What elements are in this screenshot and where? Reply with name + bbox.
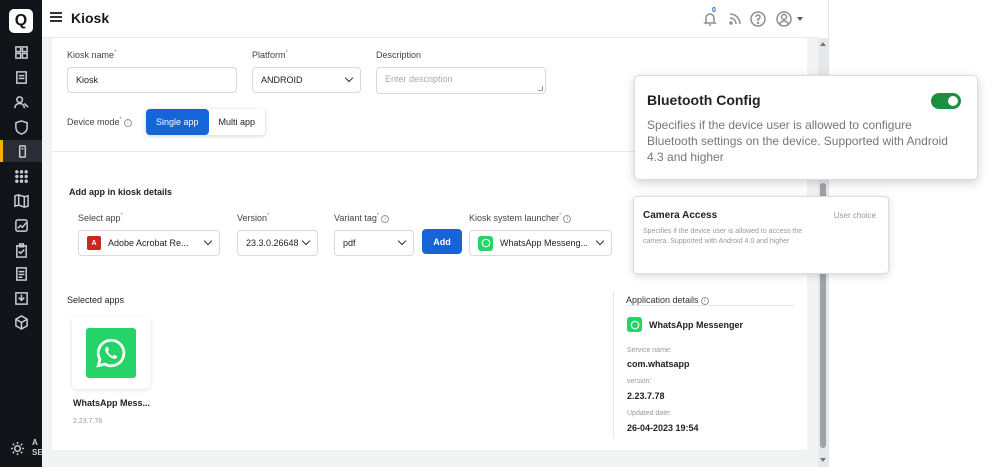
version-label: Version* xyxy=(237,213,270,223)
selected-app-version: 2.23.7.78 xyxy=(73,418,103,425)
scroll-down-icon[interactable] xyxy=(820,458,826,462)
updated-date-label: Updated date: xyxy=(627,410,671,417)
download-icon[interactable] xyxy=(11,288,31,308)
kiosk-name-input[interactable]: Kiosk xyxy=(67,67,237,93)
chart-icon[interactable] xyxy=(11,215,31,235)
description-textarea[interactable]: Enter description xyxy=(376,67,546,94)
chevron-down-icon xyxy=(203,236,213,246)
select-app-label: Select app* xyxy=(78,213,123,223)
kiosk-icon[interactable] xyxy=(0,140,42,162)
chevron-down-icon xyxy=(344,73,354,83)
resize-handle-icon[interactable] xyxy=(538,86,543,91)
variant-tag-select[interactable]: pdf xyxy=(334,230,414,256)
whatsapp-icon xyxy=(627,317,642,332)
bell-icon[interactable]: 0 xyxy=(702,7,718,27)
users-icon[interactable] xyxy=(11,92,31,112)
service-name-label: Service name: xyxy=(627,347,672,354)
app-logo[interactable]: Q xyxy=(9,9,33,33)
bluetooth-config-popup: Bluetooth Config Specifies if the device… xyxy=(634,75,978,180)
details-app-name: WhatsApp Messenger xyxy=(649,320,744,330)
list-icon[interactable] xyxy=(11,263,31,283)
shield-icon[interactable] xyxy=(11,117,31,137)
top-header: Kiosk 0 xyxy=(42,0,818,38)
apps-icon[interactable] xyxy=(11,166,31,186)
notification-badge: 0 xyxy=(712,7,716,14)
camera-access-choice[interactable]: User choice xyxy=(834,211,876,220)
whatsapp-icon xyxy=(86,328,136,378)
sidebar: Q A SE xyxy=(0,0,43,467)
select-app-dropdown[interactable]: A Adobe Acrobat Re... xyxy=(78,230,220,256)
help-icon[interactable] xyxy=(750,11,766,27)
selected-app-tile[interactable] xyxy=(72,317,150,389)
details-header-divider xyxy=(626,305,794,306)
updated-date-value: 26-04-2023 19:54 xyxy=(627,423,699,433)
kiosk-launcher-select[interactable]: WhatsApp Messeng... xyxy=(469,230,612,256)
device-mode-label: Device mode* i xyxy=(67,117,132,127)
variant-tag-label: Variant tag* i xyxy=(334,213,390,223)
chevron-down-icon xyxy=(397,236,407,246)
whatsapp-icon xyxy=(478,235,493,251)
bluetooth-config-description: Specifies if the device user is allowed … xyxy=(647,118,948,164)
add-app-button[interactable]: Add xyxy=(422,229,462,254)
info-icon: i xyxy=(700,297,709,305)
version-select[interactable]: 23.3.0.26648 xyxy=(237,230,318,256)
kiosk-launcher-label: Kiosk system launcher* i xyxy=(469,213,572,223)
description-label: Description xyxy=(376,50,422,60)
cube-icon[interactable] xyxy=(11,312,31,332)
chevron-down-icon xyxy=(595,236,605,246)
pdf-app-icon: A xyxy=(87,236,101,250)
camera-access-popup: Camera Access User choice Specifies if t… xyxy=(633,196,889,274)
info-icon: i xyxy=(381,215,390,223)
single-app-button[interactable]: Single app xyxy=(146,109,209,135)
kiosk-name-label: Kiosk name* xyxy=(67,50,117,60)
clipboard-icon[interactable] xyxy=(11,240,31,260)
page-title: Kiosk xyxy=(71,10,110,26)
rss-icon[interactable] xyxy=(727,11,743,27)
user-avatar-icon[interactable] xyxy=(776,11,792,27)
scroll-up-icon[interactable] xyxy=(820,42,826,46)
service-name-value: com.whatsapp xyxy=(627,359,690,369)
application-details-title: Application details i xyxy=(626,295,709,305)
logo-letter: Q xyxy=(14,12,28,29)
multi-app-button[interactable]: Multi app xyxy=(209,109,266,135)
add-app-section-title: Add app in kiosk details xyxy=(69,187,173,197)
doc-icon[interactable] xyxy=(11,67,31,87)
selected-app-name: WhatsApp Mess... xyxy=(73,398,151,408)
camera-access-description: Specifies if the device user is allowed … xyxy=(643,228,803,245)
camera-access-title: Camera Access xyxy=(643,210,718,221)
bluetooth-config-title: Bluetooth Config xyxy=(647,92,761,108)
selected-apps-title: Selected apps xyxy=(67,295,125,305)
device-mode-toggle: Single app Multi app xyxy=(146,109,266,135)
platform-label: Platform* xyxy=(252,50,288,60)
version-detail-label: version: xyxy=(627,378,652,385)
version-detail-value: 2.23.7.78 xyxy=(627,391,665,401)
user-menu-caret-icon[interactable] xyxy=(797,17,803,21)
info-icon: i xyxy=(563,215,572,223)
menu-icon[interactable] xyxy=(50,12,62,22)
info-icon: i xyxy=(123,119,132,127)
grid-icon[interactable] xyxy=(11,42,31,62)
sidebar-footer[interactable]: A SE xyxy=(10,438,43,462)
details-divider xyxy=(613,292,614,438)
bluetooth-toggle[interactable] xyxy=(931,93,961,109)
settings-icon xyxy=(10,441,25,456)
map-icon[interactable] xyxy=(11,190,31,210)
platform-select[interactable]: ANDROID xyxy=(252,67,361,93)
